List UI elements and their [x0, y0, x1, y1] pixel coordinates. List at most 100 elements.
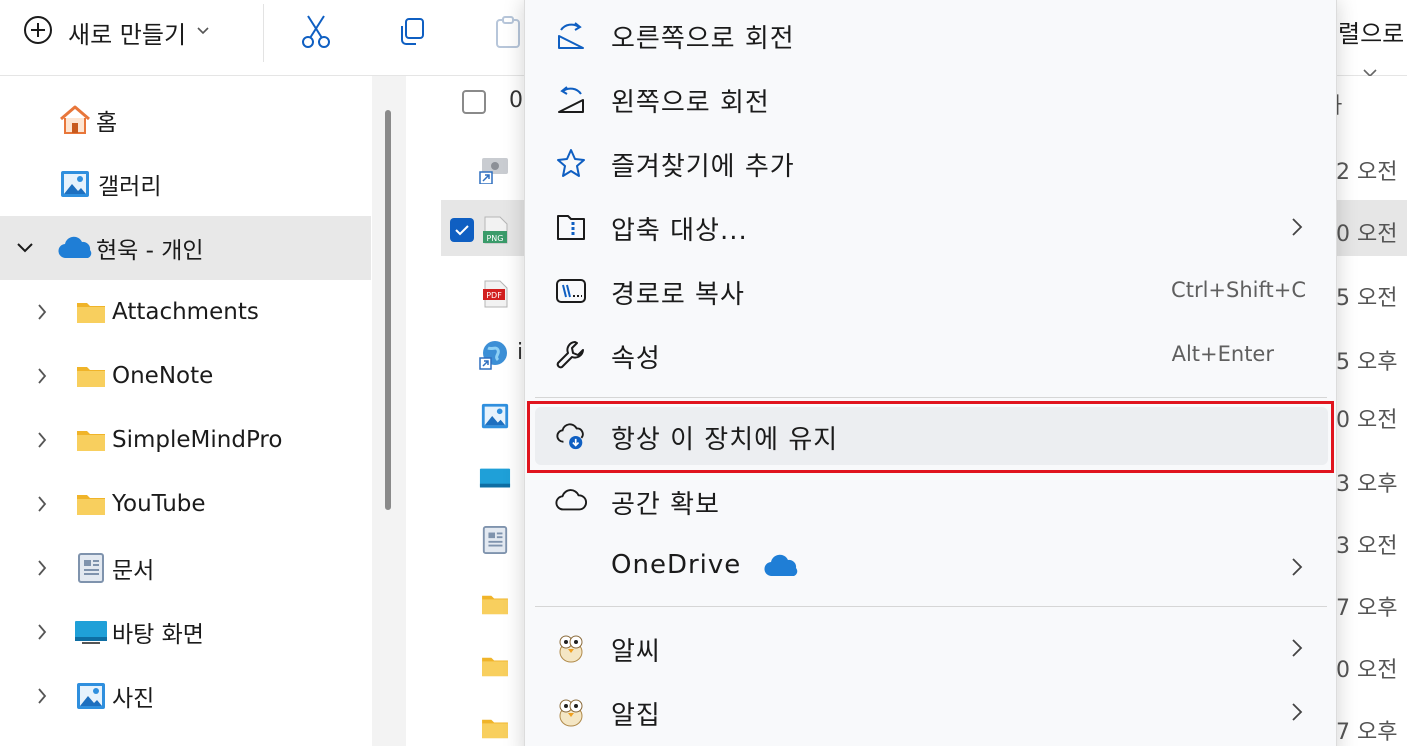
desktop-folder-icon — [479, 463, 511, 495]
chevron-right-icon — [1292, 703, 1303, 721]
menu-divider — [535, 397, 1327, 398]
sidebar-item-youtube[interactable]: YouTube — [0, 472, 372, 536]
menu-item-label: 알집 — [611, 701, 661, 731]
folder-icon — [479, 650, 511, 682]
chevron-right-icon — [1292, 558, 1303, 576]
sidebar-item-attachments[interactable]: Attachments — [0, 280, 372, 344]
menu-divider — [535, 606, 1327, 607]
menu-item-alsee[interactable]: 알씨 — [535, 619, 1328, 677]
menu-item-add-to-favorites[interactable]: 즐겨찾기에 추가 — [535, 134, 1328, 192]
sidebar-item-desktop[interactable]: 바탕 화면 — [0, 600, 372, 664]
modified-time: 0 오전 — [1336, 658, 1398, 683]
folder-icon — [74, 423, 108, 457]
chevron-right-icon[interactable] — [32, 302, 52, 322]
menu-item-shortcut: Alt+Enter — [1171, 342, 1274, 366]
paste-button[interactable] — [490, 12, 526, 52]
chevron-right-icon[interactable] — [32, 622, 52, 642]
sidebar-item-gallery[interactable]: 갤러리 — [0, 152, 372, 216]
folder-icon — [479, 712, 511, 744]
menu-item-label: 속성 — [611, 344, 661, 374]
gallery-icon — [58, 167, 92, 201]
column-header-fragment: 0 — [509, 88, 523, 113]
menu-item-shortcut: Ctrl+Shift+C — [1171, 278, 1306, 302]
menu-item-label: 왼쪽으로 회전 — [611, 88, 770, 118]
onedrive-cloud-icon — [58, 231, 92, 265]
sidebar-item-label: 갤러리 — [98, 174, 162, 200]
new-button[interactable]: 새로 만들기 — [22, 12, 210, 52]
menu-item-label: OneDrive — [611, 550, 742, 580]
copy-button[interactable] — [394, 12, 430, 52]
menu-item-free-up-space[interactable]: 공간 확보 — [535, 472, 1328, 530]
alsee-icon — [555, 632, 587, 664]
shortcut-file-icon — [478, 152, 510, 184]
image-file-icon — [479, 400, 511, 432]
chevron-down-icon[interactable] — [15, 238, 35, 258]
menu-item-copy-as-path[interactable]: 경로로 복사 Ctrl+Shift+C — [535, 262, 1328, 320]
modified-time: 7 오후 — [1336, 720, 1398, 745]
rotate-left-icon — [555, 83, 587, 115]
modified-time: 0 오전 : — [1336, 222, 1407, 247]
sidebar-item-label: 바탕 화면 — [112, 622, 204, 648]
chevron-right-icon[interactable] — [32, 558, 52, 578]
chevron-right-icon[interactable] — [32, 430, 52, 450]
pictures-icon — [74, 679, 108, 713]
modified-time: 3 오후 — [1336, 472, 1398, 497]
sidebar-item-label: Attachments — [112, 299, 259, 325]
context-menu: 오른쪽으로 회전 왼쪽으로 회전 즐겨찾기에 추가 압축 대상... 경로로 복… — [524, 0, 1337, 746]
sidebar-item-label: 사진 — [112, 686, 155, 712]
scissors-icon — [302, 15, 330, 48]
cut-button[interactable] — [298, 12, 334, 52]
menu-item-label: 즐겨찾기에 추가 — [611, 152, 795, 182]
menu-item-label: 알씨 — [611, 637, 661, 667]
pdf-file-icon: PDF — [480, 278, 512, 310]
sidebar-item-label: 문서 — [112, 558, 155, 584]
chevron-right-icon[interactable] — [32, 494, 52, 514]
chevron-right-icon — [1292, 639, 1303, 657]
sidebar-item-onenote[interactable]: OneNote — [0, 344, 372, 408]
sidebar-item-home[interactable]: 홈 — [0, 88, 372, 152]
file-name-fragment: i — [517, 340, 524, 365]
rotate-right-icon — [555, 19, 587, 51]
sidebar-item-simplemindpro[interactable]: SimpleMindPro — [0, 408, 372, 472]
clipboard-icon — [496, 16, 520, 48]
modified-time: 5 오전 — [1336, 286, 1398, 311]
sidebar-item-pictures[interactable]: 사진 — [0, 664, 372, 728]
menu-item-compress-to[interactable]: 압축 대상... — [535, 198, 1328, 256]
modified-time: 7 오후 — [1336, 596, 1398, 621]
sidebar-item-label: YouTube — [112, 491, 206, 517]
copy-icon — [401, 18, 424, 45]
toolbar-divider — [263, 4, 264, 62]
view-sort-label[interactable]: 렬으로 — [1338, 14, 1404, 49]
desktop-icon — [74, 615, 108, 649]
menu-item-alzip[interactable]: 알집 — [535, 683, 1328, 741]
chevron-right-icon — [1292, 218, 1303, 236]
menu-item-onedrive[interactable]: OneDrive — [535, 538, 1328, 596]
select-all-checkbox[interactable] — [462, 90, 486, 114]
zip-folder-icon — [555, 211, 587, 243]
folder-icon — [74, 295, 108, 329]
sidebar-item-documents[interactable]: 문서 — [0, 536, 372, 600]
folder-icon — [74, 487, 108, 521]
png-file-icon: PNG — [480, 214, 512, 246]
chevron-right-icon[interactable] — [32, 366, 52, 386]
row-checkbox-checked[interactable] — [450, 218, 474, 242]
svg-text:PDF: PDF — [486, 291, 502, 300]
menu-item-label: 오른쪽으로 회전 — [611, 24, 795, 54]
menu-item-properties[interactable]: 속성 Alt+Enter — [535, 326, 1328, 384]
menu-item-rotate-right[interactable]: 오른쪽으로 회전 — [535, 6, 1328, 64]
navigation-pane: 홈 갤러리 현욱 - 개인 Attachments OneNote Simple… — [0, 76, 372, 746]
menu-item-rotate-left[interactable]: 왼쪽으로 회전 — [535, 70, 1328, 128]
modified-time: 0 오전 — [1336, 408, 1398, 433]
sidebar-scrollbar[interactable] — [385, 110, 391, 510]
chevron-down-icon — [196, 24, 210, 40]
cloud-icon — [555, 485, 587, 517]
modified-time: 3 오전 — [1336, 534, 1398, 559]
chevron-right-icon[interactable] — [32, 686, 52, 706]
star-icon — [555, 147, 587, 179]
highlight-annotation-box — [527, 401, 1334, 473]
folder-icon — [479, 588, 511, 620]
sidebar-item-onedrive-personal[interactable]: 현욱 - 개인 — [0, 216, 371, 280]
modified-time: 2 오전 — [1336, 160, 1398, 185]
new-button-label: 새로 만들기 — [68, 20, 187, 49]
svg-text:PNG: PNG — [486, 234, 503, 243]
